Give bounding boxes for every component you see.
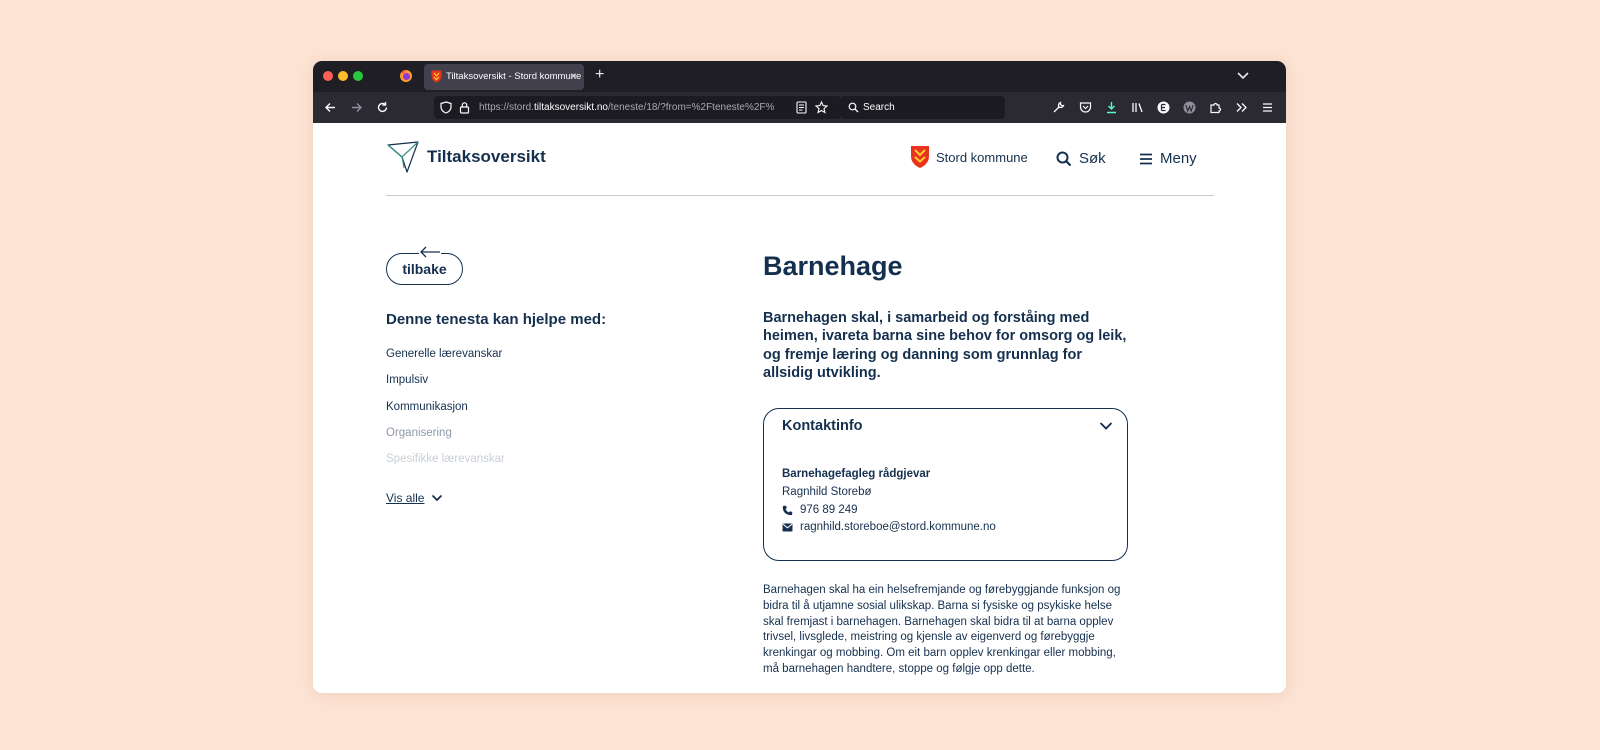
stord-crest-icon (431, 70, 442, 83)
help-item: Impulsiv (386, 374, 429, 387)
forward-arrow-icon[interactable] (349, 100, 364, 115)
overflow-chevrons-icon[interactable] (1234, 100, 1249, 115)
chevron-down-icon (432, 494, 443, 502)
library-icon[interactable] (1130, 100, 1145, 115)
lock-icon[interactable] (459, 101, 470, 114)
page-title: Barnehage (763, 251, 903, 281)
help-heading: Denne tenesta kan hjelpe med: (386, 311, 607, 328)
contact-phone[interactable]: 976 89 249 (782, 504, 858, 516)
hamburger-menu-icon (1140, 153, 1152, 164)
stord-crest-icon (911, 146, 929, 168)
extension-e-icon[interactable] (1156, 100, 1171, 115)
kommune-name: Stord kommune (936, 149, 1028, 165)
url-bar[interactable]: https://stord.tiltaksoversikt.no/teneste… (434, 96, 841, 119)
phone-number: 976 89 249 (800, 504, 858, 516)
help-item: Spesifikke lærevanskar (386, 453, 505, 466)
search-bar[interactable]: Search (841, 96, 1005, 119)
help-item: Kommunikasjon (386, 400, 468, 413)
download-icon[interactable] (1104, 100, 1119, 115)
contact-role: Barnehagefagleg rådgjevar (782, 468, 931, 480)
help-item: Organisering (386, 426, 452, 439)
close-window-button[interactable] (323, 71, 333, 81)
search-icon (1056, 151, 1072, 166)
hamburger-menu-icon[interactable] (1260, 100, 1275, 115)
show-all-link[interactable]: Vis alle (386, 491, 443, 505)
page-content: Tiltaksoversikt Stord kommune Søk Meny t… (313, 123, 1286, 693)
wrench-icon[interactable] (1051, 100, 1066, 115)
reader-view-icon[interactable] (796, 101, 807, 114)
close-tab-icon[interactable]: × (570, 69, 577, 83)
contact-name: Ragnhild Storebø (782, 486, 872, 498)
contact-email[interactable]: ragnhild.storeboe@stord.kommune.no (782, 521, 996, 533)
pocket-icon[interactable] (1078, 100, 1093, 115)
menu-label: Meny (1160, 150, 1197, 167)
menu-button[interactable]: Meny (1139, 150, 1197, 167)
reload-icon[interactable] (375, 100, 390, 115)
arrow-left-icon (419, 246, 441, 258)
email-address: ragnhild.storeboe@stord.kommune.no (800, 521, 996, 533)
body-text: Barnehagen skal ha ein helsefremjande og… (763, 584, 1121, 675)
browser-window: Tiltaksoversikt - Stord kommune × + http… (313, 61, 1286, 693)
show-all-label: Vis alle (386, 491, 425, 505)
firefox-icon[interactable] (399, 69, 413, 83)
search-icon (848, 102, 859, 113)
url-text: https://stord.tiltaksoversikt.no/teneste… (479, 102, 775, 113)
site-logo[interactable]: Tiltaksoversikt (386, 140, 546, 174)
header-divider (386, 195, 1214, 196)
envelope-icon (782, 523, 793, 531)
search-button[interactable]: Søk (1056, 150, 1106, 167)
lead-paragraph: Barnehagen skal, i samarbeid og forståin… (763, 310, 1127, 381)
minimize-window-button[interactable] (338, 71, 348, 81)
kommune-link[interactable]: Stord kommune (910, 145, 1028, 169)
phone-icon (782, 505, 793, 515)
chevron-down-icon[interactable] (1236, 70, 1250, 82)
shield-icon[interactable] (440, 101, 452, 114)
maximize-window-button[interactable] (353, 71, 363, 81)
back-button[interactable]: tilbake (386, 246, 463, 285)
tab-bar: Tiltaksoversikt - Stord kommune × + (313, 61, 1286, 92)
navigation-toolbar: https://stord.tiltaksoversikt.no/teneste… (313, 92, 1286, 123)
tab-title: Tiltaksoversikt - Stord kommune (446, 71, 582, 82)
contact-card-toggle[interactable]: Kontaktinfo (782, 418, 863, 434)
back-arrow-icon[interactable] (323, 100, 338, 115)
contact-card: Kontaktinfo Barnehagefagleg rådgjevar Ra… (763, 408, 1128, 561)
chevron-down-icon[interactable] (1099, 421, 1113, 431)
new-tab-button[interactable]: + (595, 66, 604, 84)
help-list: Generelle lærevanskar Impulsiv Kommunika… (386, 347, 505, 478)
extensions-puzzle-icon[interactable] (1208, 100, 1223, 115)
search-placeholder: Search (863, 102, 895, 113)
tab-active[interactable]: Tiltaksoversikt - Stord kommune × (424, 64, 584, 90)
back-label: tilbake (402, 261, 447, 277)
search-label: Søk (1079, 150, 1106, 167)
bookmark-star-icon[interactable] (815, 101, 828, 114)
wordpress-icon[interactable] (1182, 100, 1197, 115)
paper-plane-icon (387, 141, 419, 173)
brand-name: Tiltaksoversikt (427, 147, 546, 166)
help-item: Generelle lærevanskar (386, 348, 503, 360)
